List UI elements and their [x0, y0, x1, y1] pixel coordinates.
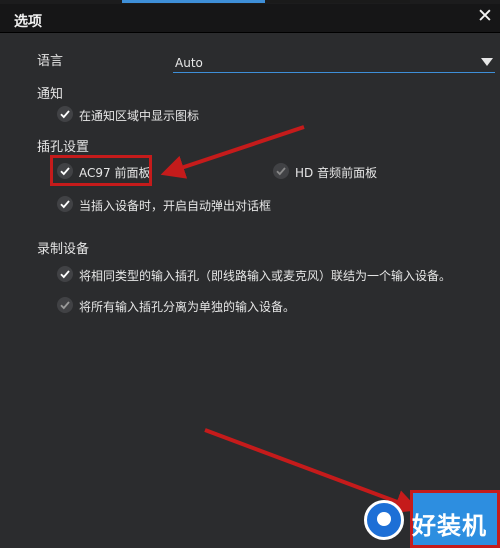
annotation-arrows: [160, 125, 420, 514]
annotation-arrow-1: [160, 125, 305, 179]
watermark-text: 好装机: [412, 512, 487, 540]
watermark-logo-icon: [364, 500, 404, 540]
watermark: 好装机: [360, 494, 500, 548]
